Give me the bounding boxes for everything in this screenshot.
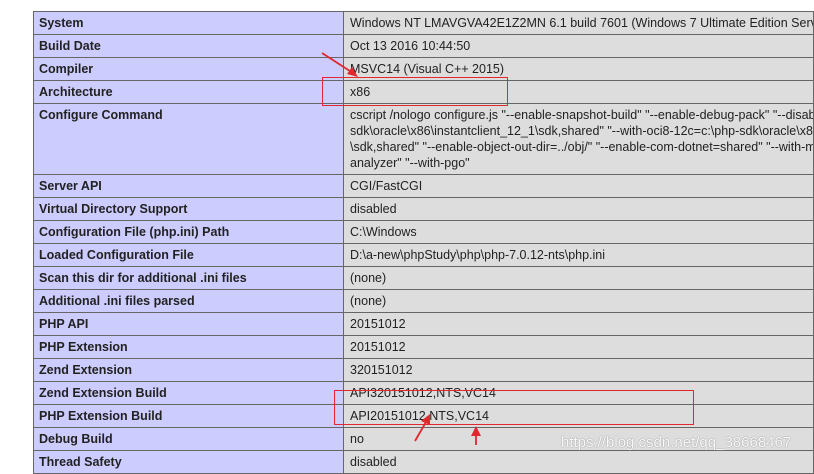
row-key: Zend Extension: [33, 359, 344, 382]
row-key: Configuration File (php.ini) Path: [33, 221, 344, 244]
row-key: Debug Build: [33, 428, 344, 451]
table-row: Configuration File (php.ini) Path C:\Win…: [33, 221, 814, 244]
table-row: Server API CGI/FastCGI: [33, 175, 814, 198]
table-row: PHP Extension Build API20151012,NTS,VC14: [33, 405, 814, 428]
configure-line: sdk\oracle\x86\instantclient_12_1\sdk,sh…: [350, 124, 814, 138]
row-value: C:\Windows: [344, 221, 814, 244]
row-key: PHP Extension: [33, 336, 344, 359]
table-row: Scan this dir for additional .ini files …: [33, 267, 814, 290]
row-value: (none): [344, 267, 814, 290]
table-row: PHP API 20151012: [33, 313, 814, 336]
row-key: Architecture: [33, 81, 344, 104]
table-row: Build Date Oct 13 2016 10:44:50: [33, 35, 814, 58]
table-row: Zend Extension 320151012: [33, 359, 814, 382]
row-value: Windows NT LMAVGVA42E1Z2MN 6.1 build 760…: [344, 11, 814, 35]
table-row: PHP Extension 20151012: [33, 336, 814, 359]
row-value-configure-command: cscript /nologo configure.js "--enable-s…: [344, 104, 814, 175]
row-key: Loaded Configuration File: [33, 244, 344, 267]
configure-line: analyzer" "--with-pgo": [350, 156, 470, 170]
row-key: Virtual Directory Support: [33, 198, 344, 221]
row-value: Oct 13 2016 10:44:50: [344, 35, 814, 58]
row-key: Zend Extension Build: [33, 382, 344, 405]
row-key: Server API: [33, 175, 344, 198]
table-row: Virtual Directory Support disabled: [33, 198, 814, 221]
row-key: PHP API: [33, 313, 344, 336]
row-value: CGI/FastCGI: [344, 175, 814, 198]
watermark: https://blog.csdn.net/qq_38668467: [561, 434, 792, 451]
phpinfo-table: System Windows NT LMAVGVA42E1Z2MN 6.1 bu…: [33, 11, 814, 474]
row-value: disabled: [344, 198, 814, 221]
row-key: System: [33, 11, 344, 35]
row-value: API320151012,NTS,VC14: [344, 382, 814, 405]
row-value: x86: [344, 81, 814, 104]
row-value: 20151012: [344, 336, 814, 359]
configure-line: cscript /nologo configure.js "--enable-s…: [350, 108, 814, 122]
table-row: Loaded Configuration File D:\a-new\phpSt…: [33, 244, 814, 267]
row-key: Configure Command: [33, 104, 344, 175]
table-row: Additional .ini files parsed (none): [33, 290, 814, 313]
table-row: Configure Command cscript /nologo config…: [33, 104, 814, 175]
row-value: D:\a-new\phpStudy\php\php-7.0.12-nts\php…: [344, 244, 814, 267]
row-value: 320151012: [344, 359, 814, 382]
row-value: (none): [344, 290, 814, 313]
configure-line: \sdk,shared" "--enable-object-out-dir=..…: [350, 140, 814, 154]
row-key: Scan this dir for additional .ini files: [33, 267, 344, 290]
table-row: Compiler MSVC14 (Visual C++ 2015): [33, 58, 814, 81]
row-key: Build Date: [33, 35, 344, 58]
row-value: 20151012: [344, 313, 814, 336]
table-row: Architecture x86: [33, 81, 814, 104]
row-value: API20151012,NTS,VC14: [344, 405, 814, 428]
row-key: Compiler: [33, 58, 344, 81]
row-key: PHP Extension Build: [33, 405, 344, 428]
row-value: MSVC14 (Visual C++ 2015): [344, 58, 814, 81]
row-key: Additional .ini files parsed: [33, 290, 344, 313]
table-row: System Windows NT LMAVGVA42E1Z2MN 6.1 bu…: [33, 11, 814, 35]
table-row: Zend Extension Build API320151012,NTS,VC…: [33, 382, 814, 405]
